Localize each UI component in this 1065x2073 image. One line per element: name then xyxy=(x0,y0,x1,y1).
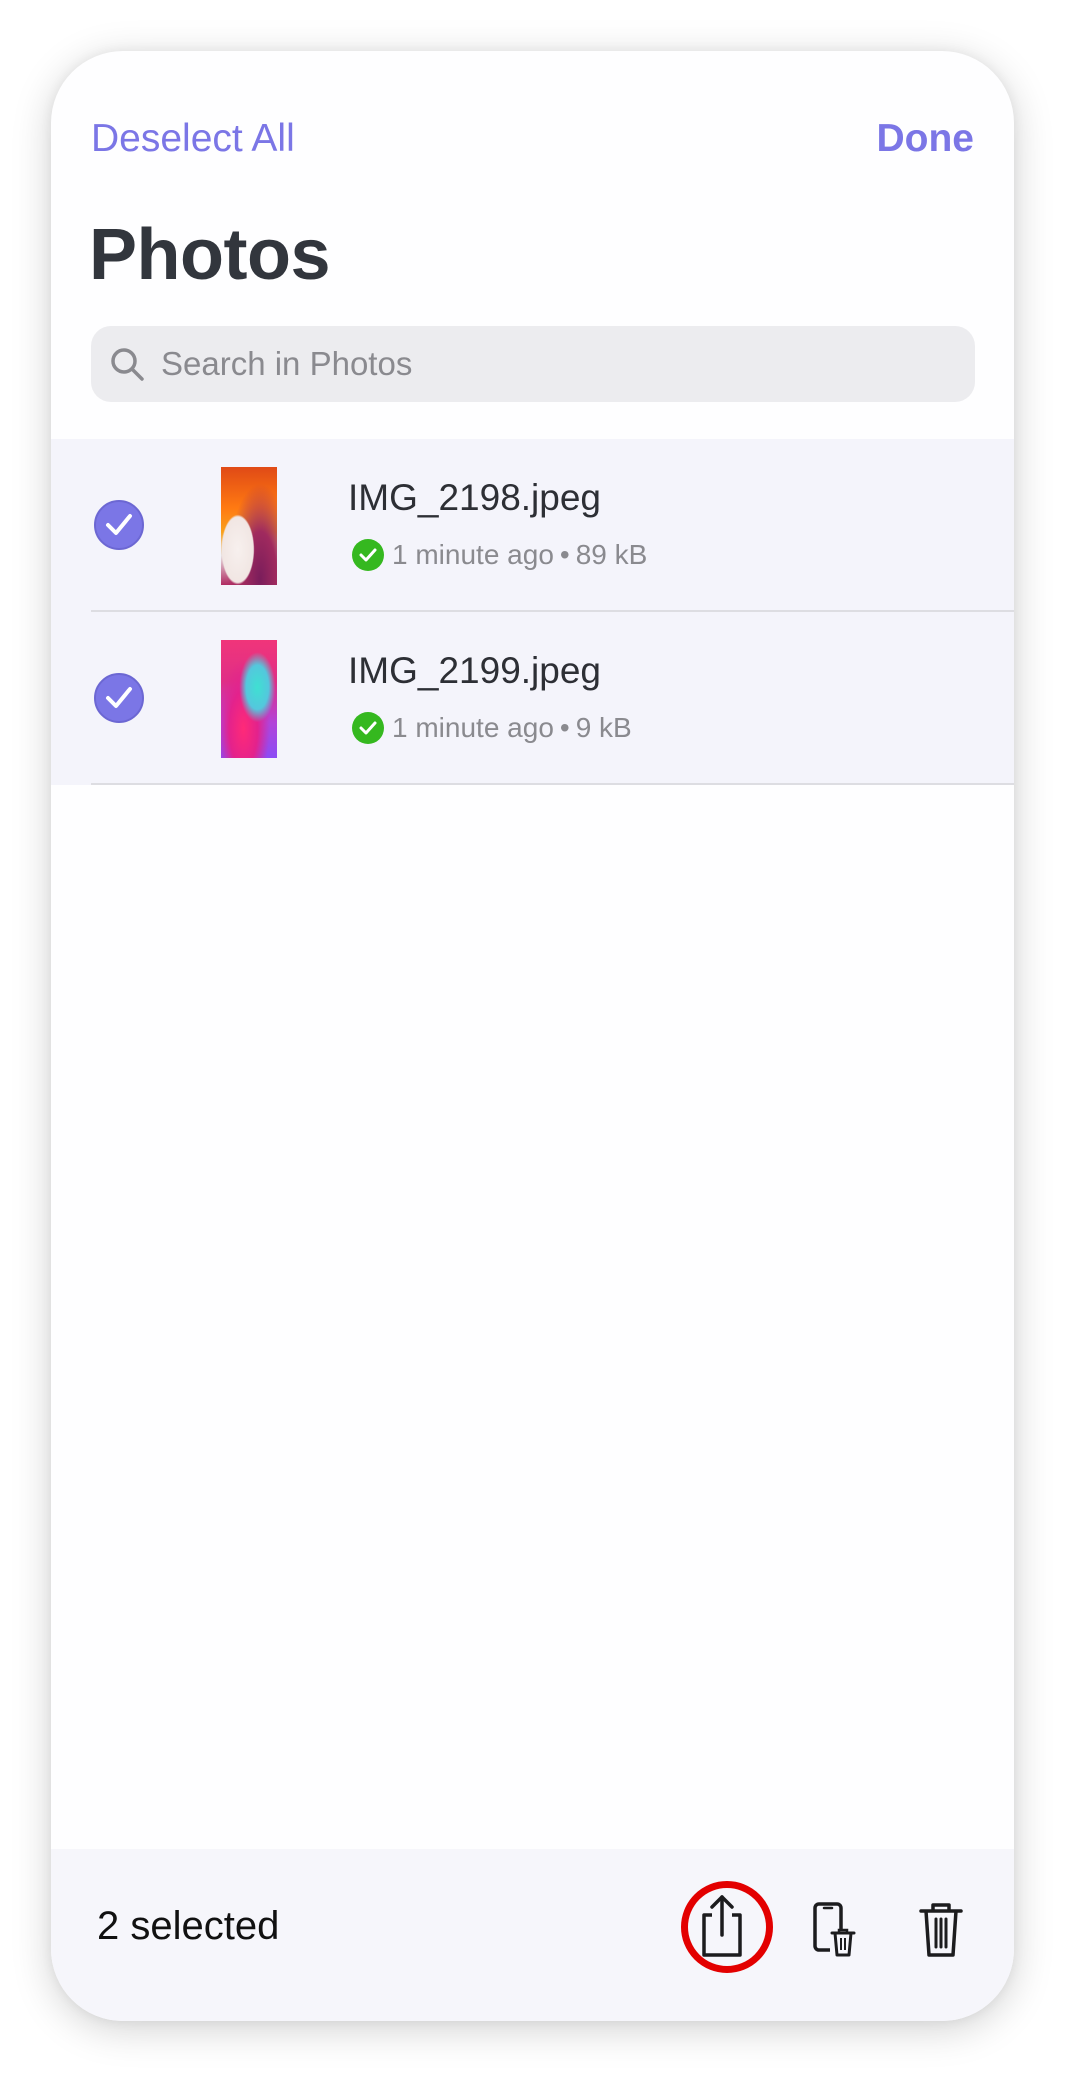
selected-count: 2 selected xyxy=(97,1904,280,1948)
file-modified: 1 minute ago xyxy=(392,712,554,743)
delete-button[interactable] xyxy=(905,1883,977,1969)
search-input[interactable] xyxy=(161,326,941,402)
synced-checkmark-icon xyxy=(352,711,384,744)
file-name: IMG_2198.jpeg xyxy=(348,477,602,518)
selected-checkmark-icon[interactable] xyxy=(94,673,144,723)
remove-from-device-button[interactable] xyxy=(800,1883,872,1969)
remove-from-device-icon xyxy=(813,1902,856,1957)
meta-separator: • xyxy=(559,539,570,570)
bottom-toolbar: 2 selected xyxy=(51,1849,1014,2021)
file-size: 9 kB xyxy=(575,712,632,743)
file-thumbnail xyxy=(221,467,277,585)
file-size: 89 kB xyxy=(575,539,648,570)
row-divider xyxy=(91,783,1014,785)
share-icon xyxy=(702,1895,742,1957)
share-button[interactable] xyxy=(686,1883,758,1969)
selected-checkmark-icon[interactable] xyxy=(94,500,144,550)
file-row[interactable]: IMG_2198.jpeg 1 minute ago • 89 kB xyxy=(51,439,1014,612)
file-row[interactable]: IMG_2199.jpeg 1 minute ago • 9 kB xyxy=(51,612,1014,785)
file-thumbnail xyxy=(221,640,277,758)
synced-checkmark-icon xyxy=(352,538,384,571)
file-meta: 1 minute ago • 9 kB xyxy=(352,711,632,744)
file-modified: 1 minute ago xyxy=(392,539,554,570)
page-title: Photos xyxy=(89,215,330,295)
meta-separator: • xyxy=(559,712,570,743)
files-selection-screen: Deselect All Done Photos IMG_2198.jpeg 1… xyxy=(51,51,1014,2021)
file-name: IMG_2199.jpeg xyxy=(348,650,602,691)
search-bar[interactable] xyxy=(91,326,975,402)
file-meta: 1 minute ago • 89 kB xyxy=(352,538,648,571)
done-button[interactable]: Done xyxy=(877,119,975,158)
deselect-all-button[interactable]: Deselect All xyxy=(91,119,295,158)
search-icon xyxy=(111,348,144,381)
trash-icon xyxy=(919,1903,963,1957)
